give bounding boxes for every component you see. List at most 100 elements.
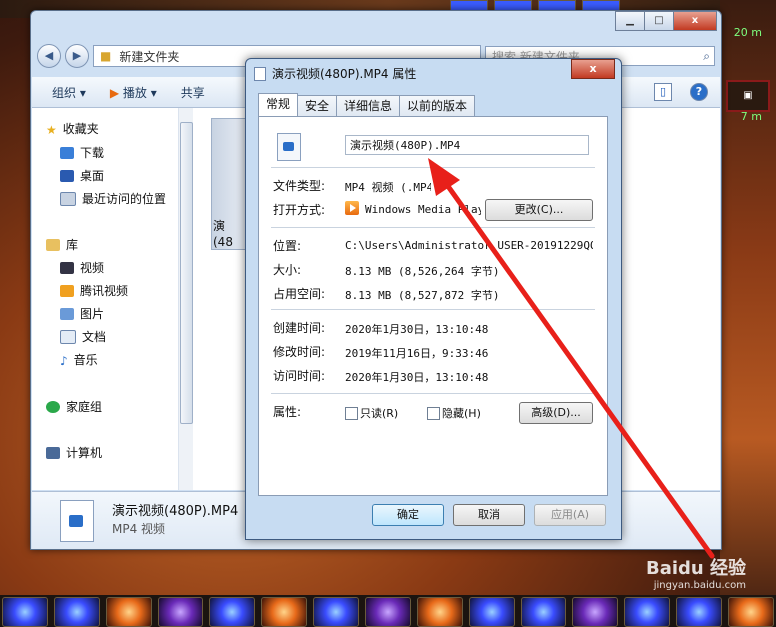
scroll-thumb[interactable] [180,122,193,424]
divider [271,227,595,228]
ok-button[interactable]: 确定 [372,504,444,526]
forward-button[interactable]: ▶ [65,44,89,68]
baidu-watermark: Baidu 经验 jingyan.baidu.com [645,558,746,591]
action-slot[interactable] [416,597,463,627]
media-player-icon [345,201,359,215]
minimize-button[interactable]: ▁ [615,11,645,31]
created-label: 创建时间: [273,321,326,335]
star-icon: ★ [46,122,57,137]
play-icon: ▶ [109,85,120,100]
size-on-disk-label: 占用空间: [273,287,326,301]
file-type-value: MP4 视频 (.MP4) [345,181,431,194]
divider [271,167,595,168]
readonly-label: 只读(R) [360,407,399,420]
dialog-title: 演示视频(480P).MP4 属性 [254,65,416,82]
search-icon: ⌕ [703,48,710,63]
modified-value: 2019年11月16日，9:33:46 [345,347,489,360]
hidden-checkbox[interactable] [427,407,440,420]
tab-general[interactable]: 常规 [258,93,299,116]
folder-icon: ■ [100,49,112,63]
video-file-icon [60,500,94,542]
action-slot[interactable] [209,597,256,627]
action-slot[interactable] [313,597,360,627]
size-label: 大小: [273,263,302,277]
downloads-icon [60,146,74,159]
tencent-video-icon [60,284,74,297]
accessed-label: 访问时间: [273,369,326,383]
sidebar-item-pictures[interactable]: 图片 [60,305,104,322]
action-slot[interactable] [261,597,308,627]
sidebar-item-favorites[interactable]: ★ 收藏夹 [46,120,99,137]
file-thumb-label: 演 (48 [213,219,233,249]
created-value: 2020年1月30日，13:10:48 [345,323,489,336]
sidebar-item-downloads[interactable]: 下载 [60,144,104,161]
action-slot[interactable] [2,597,48,627]
help-icon[interactable]: ? [690,83,708,101]
action-slot[interactable] [157,597,204,627]
divider [271,393,595,394]
library-icon [46,238,60,251]
organize-menu[interactable]: 组织 ▾ [52,84,86,101]
desktop-icon [60,169,74,182]
documents-icon [60,329,76,344]
sidebar-item-desktop[interactable]: 桌面 [60,167,104,184]
open-with-label: 打开方式: [273,203,326,217]
video-icon [60,261,74,274]
video-file-icon [254,66,266,81]
game-distance-label: 20 m [733,26,762,39]
action-slot[interactable] [728,597,774,627]
game-target-icon[interactable]: ▣ [726,80,770,112]
tab-details[interactable]: 详细信息 [336,95,401,116]
properties-dialog: 演示视频(480P).MP4 属性 x 常规 安全 详细信息 以前的版本 演示视… [245,58,622,540]
action-slot[interactable] [572,597,619,627]
pictures-icon [60,307,74,320]
location-label: 位置: [273,239,302,253]
share-menu[interactable]: 共享 [181,84,205,101]
sidebar-item-music[interactable]: ♪ 音乐 [60,351,98,368]
tab-previous-versions[interactable]: 以前的版本 [399,95,476,116]
computer-icon [46,446,60,459]
homegroup-icon [46,400,60,413]
preview-pane-icon[interactable]: ▯ [654,83,672,101]
video-file-icon [277,133,301,161]
tab-security[interactable]: 安全 [297,95,338,116]
back-button[interactable]: ◀ [37,44,61,68]
apply-button[interactable]: 应用(A) [534,504,606,526]
sidebar-item-computer[interactable]: 计算机 [46,444,102,461]
general-tab-panel: 演示视频(480P).MP4 文件类型: MP4 视频 (.MP4) 打开方式:… [258,116,608,496]
details-file-name: 演示视频(480P).MP4 [112,504,239,519]
action-slot[interactable] [105,597,152,627]
sidebar-item-tencent-video[interactable]: 腾讯视频 [60,282,128,299]
action-slot[interactable] [365,597,411,627]
window-controls: ▁ □ x [615,11,717,31]
sidebar-item-homegroup[interactable]: 家庭组 [46,398,102,415]
recent-places-icon [60,191,76,206]
sidebar-item-documents[interactable]: 文档 [60,328,106,345]
sidebar-scrollbar[interactable] [178,108,193,490]
dialog-tabs: 常规 安全 详细信息 以前的版本 [258,93,476,116]
change-button[interactable]: 更改(C)... [485,199,593,221]
advanced-button[interactable]: 高级(D)... [519,402,593,424]
action-slot[interactable] [520,597,567,627]
readonly-checkbox[interactable] [345,407,358,420]
cancel-button[interactable]: 取消 [453,504,525,526]
play-menu[interactable]: ▶ 播放 ▾ [110,84,157,101]
maximize-button[interactable]: □ [644,11,674,31]
filename-input[interactable]: 演示视频(480P).MP4 [345,135,589,155]
sidebar-item-libraries[interactable]: 库 [46,236,78,253]
details-file-type: MP4 视频 [112,522,166,536]
action-slot[interactable] [468,597,515,627]
size-on-disk-value: 8.13 MB (8,527,872 字节) [345,289,500,302]
action-slot[interactable] [676,597,723,627]
dialog-close-button[interactable]: x [571,59,615,79]
explorer-titlebar: ▁ □ x [31,11,721,41]
action-slot[interactable] [624,597,671,627]
modified-label: 修改时间: [273,345,326,359]
action-slot[interactable] [53,597,100,627]
sidebar-item-recent[interactable]: 最近访问的位置 [60,190,166,207]
sidebar-item-videos[interactable]: 视频 [60,259,104,276]
toolbar-right: ▯ ? [654,83,708,101]
file-type-label: 文件类型: [273,179,326,193]
location-value: C:\Users\Administrator.USER-20191229QO\D… [345,239,593,252]
close-button[interactable]: x [673,11,717,31]
